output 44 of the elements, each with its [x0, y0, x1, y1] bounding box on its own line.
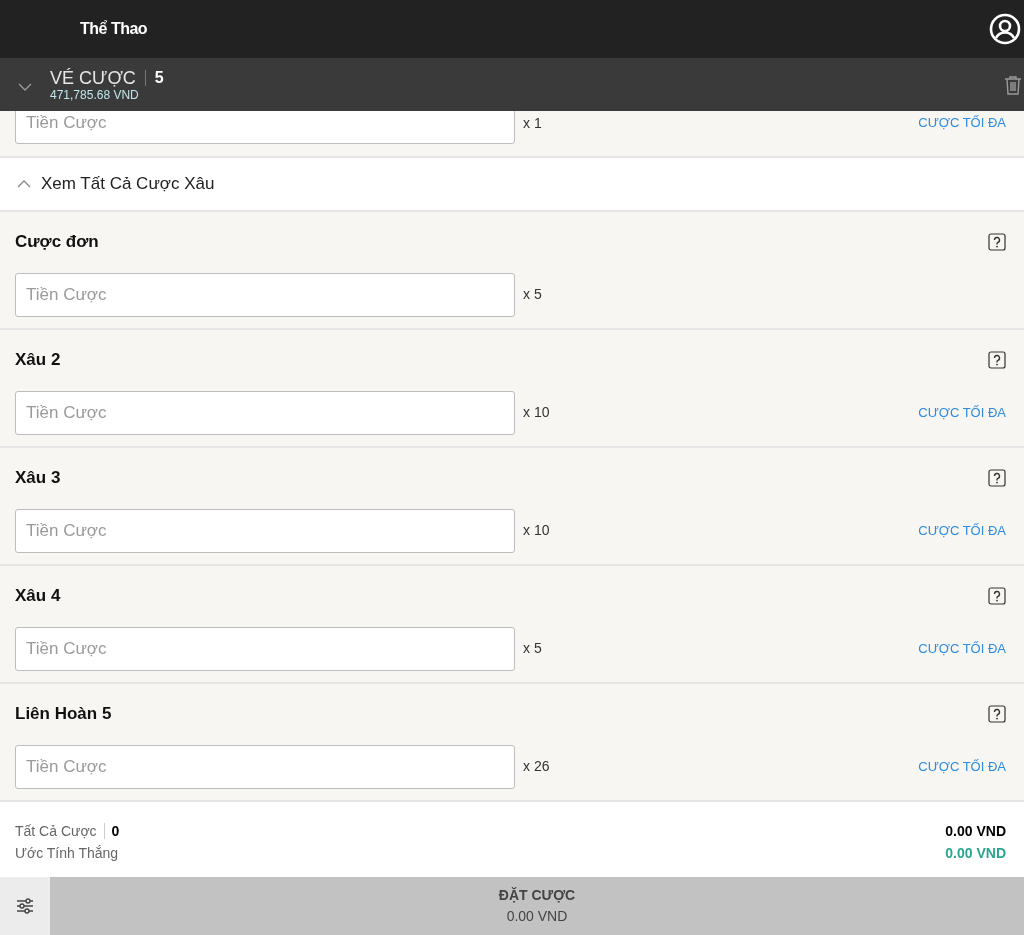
combo-toggle[interactable]: Xem Tất Cả Cược Xâu: [0, 156, 1024, 212]
stake-input[interactable]: Tiền Cược: [15, 272, 515, 317]
page-title: Thể Thao: [80, 19, 148, 39]
balance-amount: 471,785.68 VND: [50, 87, 140, 102]
bet-type-title: Cược đơn: [15, 231, 99, 253]
help-icon[interactable]: [988, 704, 1006, 723]
trash-icon[interactable]: [1004, 74, 1022, 95]
sliders-icon: [16, 898, 34, 914]
odds-multiplier: x 5: [523, 639, 542, 658]
settings-button[interactable]: [0, 877, 50, 935]
help-icon[interactable]: [988, 586, 1006, 605]
stake-input[interactable]: Tiền Cược: [15, 508, 515, 553]
help-icon[interactable]: [988, 350, 1006, 369]
odds-multiplier: x 5: [523, 285, 542, 304]
odds-multiplier: x 26: [523, 757, 550, 776]
max-bet-link[interactable]: CƯỢC TỐI ĐA: [918, 520, 1006, 541]
odds-multiplier: x 10: [523, 521, 550, 540]
betslip-title: VÉ CƯỢC: [50, 67, 136, 88]
bet-type-title: Liên Hoàn 5: [15, 703, 112, 725]
stake-input[interactable]: Tiền Cược: [15, 390, 515, 435]
max-bet-link[interactable]: CƯỢC TỐI ĐA: [918, 756, 1006, 777]
total-stake-amount: 0.00 VND: [945, 822, 1006, 841]
bet-type-title: Xâu 3: [15, 467, 61, 489]
betslip-bar[interactable]: VÉ CƯỢC 5 471,785.68 VND: [0, 58, 1024, 111]
max-bet-link[interactable]: CƯỢC TỐI ĐA: [918, 402, 1006, 423]
odds-multiplier: x 10: [523, 403, 550, 422]
place-bet-amount: 0.00 VND: [506, 907, 568, 926]
stake-input[interactable]: Tiền Cược: [15, 626, 515, 671]
stake-input[interactable]: Tiền Cược: [15, 744, 515, 789]
bet-type-title: Xâu 2: [15, 349, 61, 371]
odds-multiplier: x 1: [523, 113, 542, 133]
place-bet-label: ĐẶT CƯỢC: [498, 886, 576, 905]
max-bet-link[interactable]: CƯỢC TỐI ĐA: [918, 638, 1006, 659]
help-icon[interactable]: [988, 468, 1006, 487]
bet-type-title: Xâu 4: [15, 585, 61, 607]
stake-input[interactable]: Tiền Cược: [15, 111, 515, 144]
betslip-count: 5: [154, 67, 164, 88]
total-bets-label: Tất Cả Cược: [15, 822, 97, 841]
user-icon[interactable]: [989, 13, 1021, 45]
help-icon[interactable]: [988, 232, 1006, 251]
max-bet-link[interactable]: CƯỢC TỐI ĐA: [918, 113, 1006, 133]
total-bets-count: 0: [111, 822, 120, 841]
estimated-win-amount: 0.00 VND: [945, 844, 1006, 863]
estimated-win-label: Ước Tính Thắng: [15, 844, 120, 863]
